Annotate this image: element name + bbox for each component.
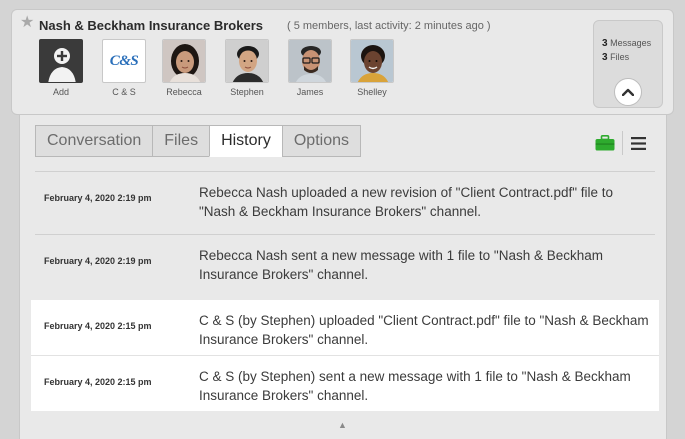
member-label: Rebecca	[166, 87, 202, 97]
messages-stat: 3 Messages	[602, 38, 651, 49]
history-text: Rebecca Nash uploaded a new revision of …	[199, 185, 614, 219]
channel-stats: 3 Messages 3 Files	[593, 20, 663, 108]
star-icon[interactable]: ★	[20, 15, 34, 31]
cs-logo-text: C&S	[109, 52, 139, 69]
member-add[interactable]: Add	[31, 39, 91, 97]
chevron-up-icon	[622, 88, 634, 96]
member-label: Shelley	[357, 87, 387, 97]
tab-history[interactable]: History	[209, 125, 282, 157]
member-label: C & S	[112, 87, 136, 97]
tab-files[interactable]: Files	[152, 125, 210, 157]
shelley-avatar	[350, 39, 394, 83]
menu-icon[interactable]	[631, 136, 646, 150]
toolbar-divider	[622, 131, 623, 155]
channel-meta: ( 5 members, last activity: 2 minutes ag…	[287, 20, 491, 32]
history-item: February 4, 2020 2:19 pm Rebecca Nash se…	[35, 234, 655, 290]
history-item: February 4, 2020 2:15 pm C & S (by Steph…	[31, 355, 659, 411]
cs-logo: C&S	[102, 39, 146, 83]
member-stephen[interactable]: Stephen	[217, 39, 277, 97]
briefcase-icon[interactable]	[595, 135, 615, 151]
history-date: February 4, 2020 2:15 pm	[44, 321, 152, 331]
history-date: February 4, 2020 2:19 pm	[44, 193, 152, 203]
scroll-up-icon[interactable]: ▲	[338, 420, 347, 430]
history-date: February 4, 2020 2:19 pm	[44, 256, 152, 266]
history-text: C & S (by Stephen) uploaded "Client Cont…	[199, 313, 649, 347]
files-label: Files	[610, 52, 630, 62]
member-shelley[interactable]: Shelley	[342, 39, 402, 97]
tab-bar: Conversation Files History Options	[35, 125, 361, 157]
history-item: February 4, 2020 2:15 pm C & S (by Steph…	[31, 300, 659, 356]
stephen-avatar	[225, 39, 269, 83]
history-item: February 4, 2020 2:19 pm Rebecca Nash up…	[35, 171, 655, 227]
collapse-button[interactable]	[614, 78, 642, 106]
member-label: Stephen	[230, 87, 264, 97]
tab-options[interactable]: Options	[281, 125, 361, 157]
member-label: Add	[52, 87, 69, 97]
james-avatar	[288, 39, 332, 83]
member-cs[interactable]: C&S C & S	[94, 39, 154, 97]
toolbar	[595, 131, 646, 155]
main-panel: Conversation Files History Options Febru…	[19, 115, 667, 439]
messages-count: 3	[602, 38, 608, 49]
member-james[interactable]: James	[280, 39, 340, 97]
add-member-icon	[39, 39, 83, 83]
history-text: C & S (by Stephen) sent a new message wi…	[199, 369, 631, 403]
tab-conversation[interactable]: Conversation	[35, 125, 153, 157]
channel-title[interactable]: Nash & Beckham Insurance Brokers	[39, 18, 263, 33]
messages-label: Messages	[610, 38, 652, 48]
history-date: February 4, 2020 2:15 pm	[44, 377, 152, 387]
channel-header-panel: ★ Nash & Beckham Insurance Brokers ( 5 m…	[11, 9, 674, 115]
member-rebecca[interactable]: Rebecca	[154, 39, 214, 97]
history-text: Rebecca Nash sent a new message with 1 f…	[199, 248, 603, 282]
member-label: James	[296, 87, 324, 97]
rebecca-avatar	[162, 39, 206, 83]
files-stat: 3 Files	[602, 52, 629, 63]
files-count: 3	[602, 52, 608, 63]
